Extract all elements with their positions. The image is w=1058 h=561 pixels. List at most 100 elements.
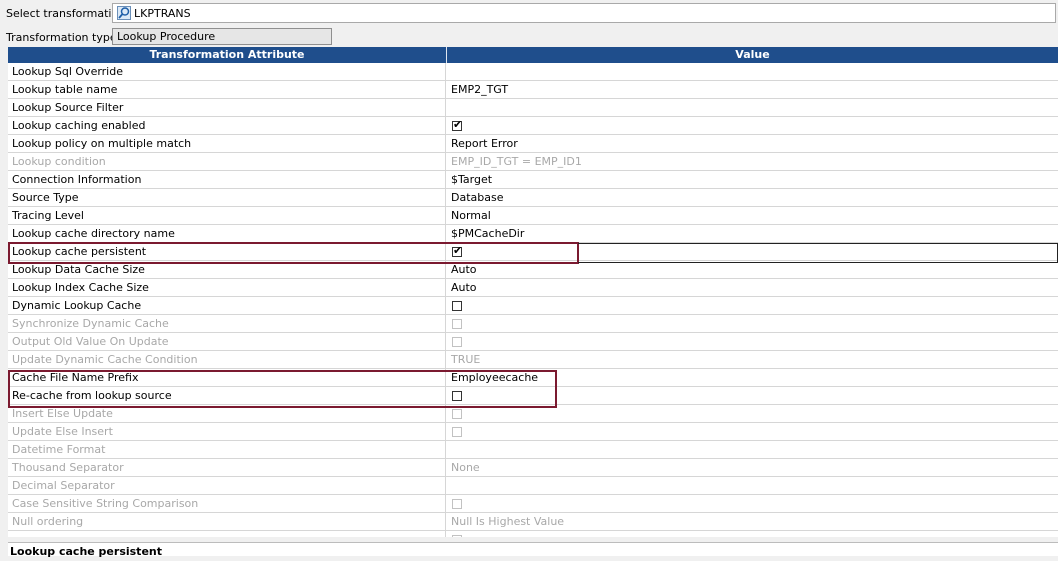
attribute-name: Lookup Data Cache Size (8, 261, 446, 278)
table-row-lookup-index-cache-size[interactable]: Lookup Index Cache Size Auto (8, 279, 1058, 297)
attribute-name: Lookup cache persistent (8, 243, 446, 260)
column-header-value[interactable]: Value (447, 47, 1058, 63)
attribute-name: Lookup Index Cache Size (8, 279, 446, 296)
checkbox (452, 499, 462, 509)
attribute-name: Null ordering (8, 513, 446, 530)
checkbox (452, 427, 462, 437)
attribute-name: Lookup Sql Override (8, 63, 446, 80)
table-row-re-cache-from-lookup-source[interactable]: Re-cache from lookup source (8, 387, 1058, 405)
attribute-name: Lookup table name (8, 81, 446, 98)
checkbox (452, 535, 462, 537)
table-row-lookup-sql-override[interactable]: Lookup Sql Override (8, 63, 1058, 81)
checkbox[interactable] (452, 301, 462, 311)
table-row-thousand-separator[interactable]: Thousand Separator None (8, 459, 1058, 477)
attribute-name: Source Type (8, 189, 446, 206)
attribute-value[interactable] (447, 387, 1058, 404)
attribute-value: TRUE (451, 353, 481, 366)
transformation-select-value: LKPTRANS (134, 7, 191, 20)
checkbox (452, 409, 462, 419)
attribute-value: EMP_ID_TGT = EMP_ID1 (451, 155, 582, 168)
attribute-value[interactable] (447, 117, 1058, 134)
attribute-value (447, 423, 1058, 440)
attribute-name: Datetime Format (8, 441, 446, 458)
attribute-value (447, 333, 1058, 350)
table-row-lookup-policy-on-multiple-match[interactable]: Lookup policy on multiple match Report Er… (8, 135, 1058, 153)
attribute-name: Connection Information (8, 171, 446, 188)
attribute-value (447, 441, 1058, 458)
attribute-value[interactable]: Normal (447, 207, 1058, 224)
checkbox (452, 319, 462, 329)
table-row-lookup-data-cache-size[interactable]: Lookup Data Cache Size Auto (8, 261, 1058, 279)
transformation-select[interactable]: LKPTRANS (112, 3, 1056, 23)
checkbox[interactable] (452, 391, 462, 401)
table-row-tracing-level[interactable]: Tracing Level Normal (8, 207, 1058, 225)
attribute-value[interactable]: $Target (447, 171, 1058, 188)
table-row-lookup-table-name[interactable]: Lookup table name EMP2_TGT (8, 81, 1058, 99)
table-row-insert-else-update[interactable]: Insert Else Update (8, 405, 1058, 423)
attribute-name: Cache File Name Prefix (8, 369, 446, 386)
attribute-value: None (451, 461, 480, 474)
table-row-lookup-caching-enabled[interactable]: Lookup caching enabled (8, 117, 1058, 135)
attribute-value[interactable]: Auto (447, 261, 1058, 278)
attribute-name: Update Dynamic Cache Condition (8, 351, 446, 368)
table-row-datetime-format[interactable]: Datetime Format (8, 441, 1058, 459)
attribute-name: Output Old Value On Update (8, 333, 446, 350)
checkbox[interactable] (452, 119, 462, 131)
attribute-name: Decimal Separator (8, 477, 446, 494)
transformation-type-field: Lookup Procedure (112, 28, 332, 45)
checkbox[interactable] (452, 245, 462, 257)
checkbox (452, 337, 462, 347)
attribute-value (447, 531, 1058, 537)
column-header-attribute[interactable]: Transformation Attribute (8, 47, 447, 63)
table-row-dynamic-lookup-cache[interactable]: Dynamic Lookup Cache (8, 297, 1058, 315)
table-row-lookup-cache-persistent[interactable]: Lookup cache persistent (8, 243, 1058, 261)
attribute-name: Lookup policy on multiple match (8, 135, 446, 152)
table-row-update-else-insert[interactable]: Update Else Insert (8, 423, 1058, 441)
attributes-grid: Transformation Attribute Value Lookup Sq… (8, 47, 1058, 537)
table-row-connection-information[interactable]: Connection Information $Target (8, 171, 1058, 189)
transformation-type-label: Transformation type: (6, 31, 121, 44)
attribute-value (447, 405, 1058, 422)
table-row-synchronize-dynamic-cache[interactable]: Synchronize Dynamic Cache (8, 315, 1058, 333)
attribute-name: Tracing Level (8, 207, 446, 224)
attribute-value (447, 315, 1058, 332)
table-row-output-old-value-on-update[interactable]: Output Old Value On Update (8, 333, 1058, 351)
table-row-blank[interactable] (8, 531, 1058, 537)
attribute-name (8, 531, 446, 537)
attribute-value[interactable]: $PMCacheDir (447, 225, 1058, 242)
attribute-value[interactable] (447, 63, 1058, 80)
table-row-lookup-source-filter[interactable]: Lookup Source Filter (8, 99, 1058, 117)
attribute-value[interactable] (447, 297, 1058, 314)
attribute-name: Synchronize Dynamic Cache (8, 315, 446, 332)
table-row-lookup-condition[interactable]: Lookup condition EMP_ID_TGT = EMP_ID1 (8, 153, 1058, 171)
attribute-value: Null Is Highest Value (451, 515, 565, 528)
table-row-decimal-separator[interactable]: Decimal Separator (8, 477, 1058, 495)
attribute-name: Lookup condition (8, 153, 446, 170)
table-row-source-type[interactable]: Source Type Database (8, 189, 1058, 207)
table-row-update-dynamic-cache-condition[interactable]: Update Dynamic Cache Condition TRUE (8, 351, 1058, 369)
attribute-name: Lookup caching enabled (8, 117, 446, 134)
attribute-name: Case Sensitive String Comparison (8, 495, 446, 512)
table-row-null-ordering[interactable]: Null ordering Null Is Highest Value (8, 513, 1058, 531)
attribute-name: Update Else Insert (8, 423, 446, 440)
attribute-name: Insert Else Update (8, 405, 446, 422)
attribute-name: Re-cache from lookup source (8, 387, 446, 404)
attribute-name: Lookup Source Filter (8, 99, 446, 116)
table-row-cache-file-name-prefix[interactable]: Cache File Name Prefix Employeecache (8, 369, 1058, 387)
table-row-case-sensitive-string-comparison[interactable]: Case Sensitive String Comparison (8, 495, 1058, 513)
grid-header: Transformation Attribute Value (8, 47, 1058, 63)
select-transformation-label: Select transformation: (6, 7, 129, 20)
attribute-value[interactable]: Database (447, 189, 1058, 206)
attribute-value[interactable]: Auto (447, 279, 1058, 296)
table-row-lookup-cache-directory-name[interactable]: Lookup cache directory name $PMCacheDir (8, 225, 1058, 243)
attribute-value[interactable]: Report Error (447, 135, 1058, 152)
attribute-value[interactable]: EMP2_TGT (447, 81, 1058, 98)
attribute-value (447, 477, 1058, 494)
attribute-value[interactable]: Employeecache (447, 369, 1058, 386)
attribute-value[interactable] (447, 99, 1058, 116)
status-bar: Lookup cache persistent (8, 542, 1058, 558)
attribute-value (447, 495, 1058, 512)
lookup-icon (117, 6, 131, 20)
attribute-name: Dynamic Lookup Cache (8, 297, 446, 314)
attribute-value[interactable] (447, 243, 1058, 260)
